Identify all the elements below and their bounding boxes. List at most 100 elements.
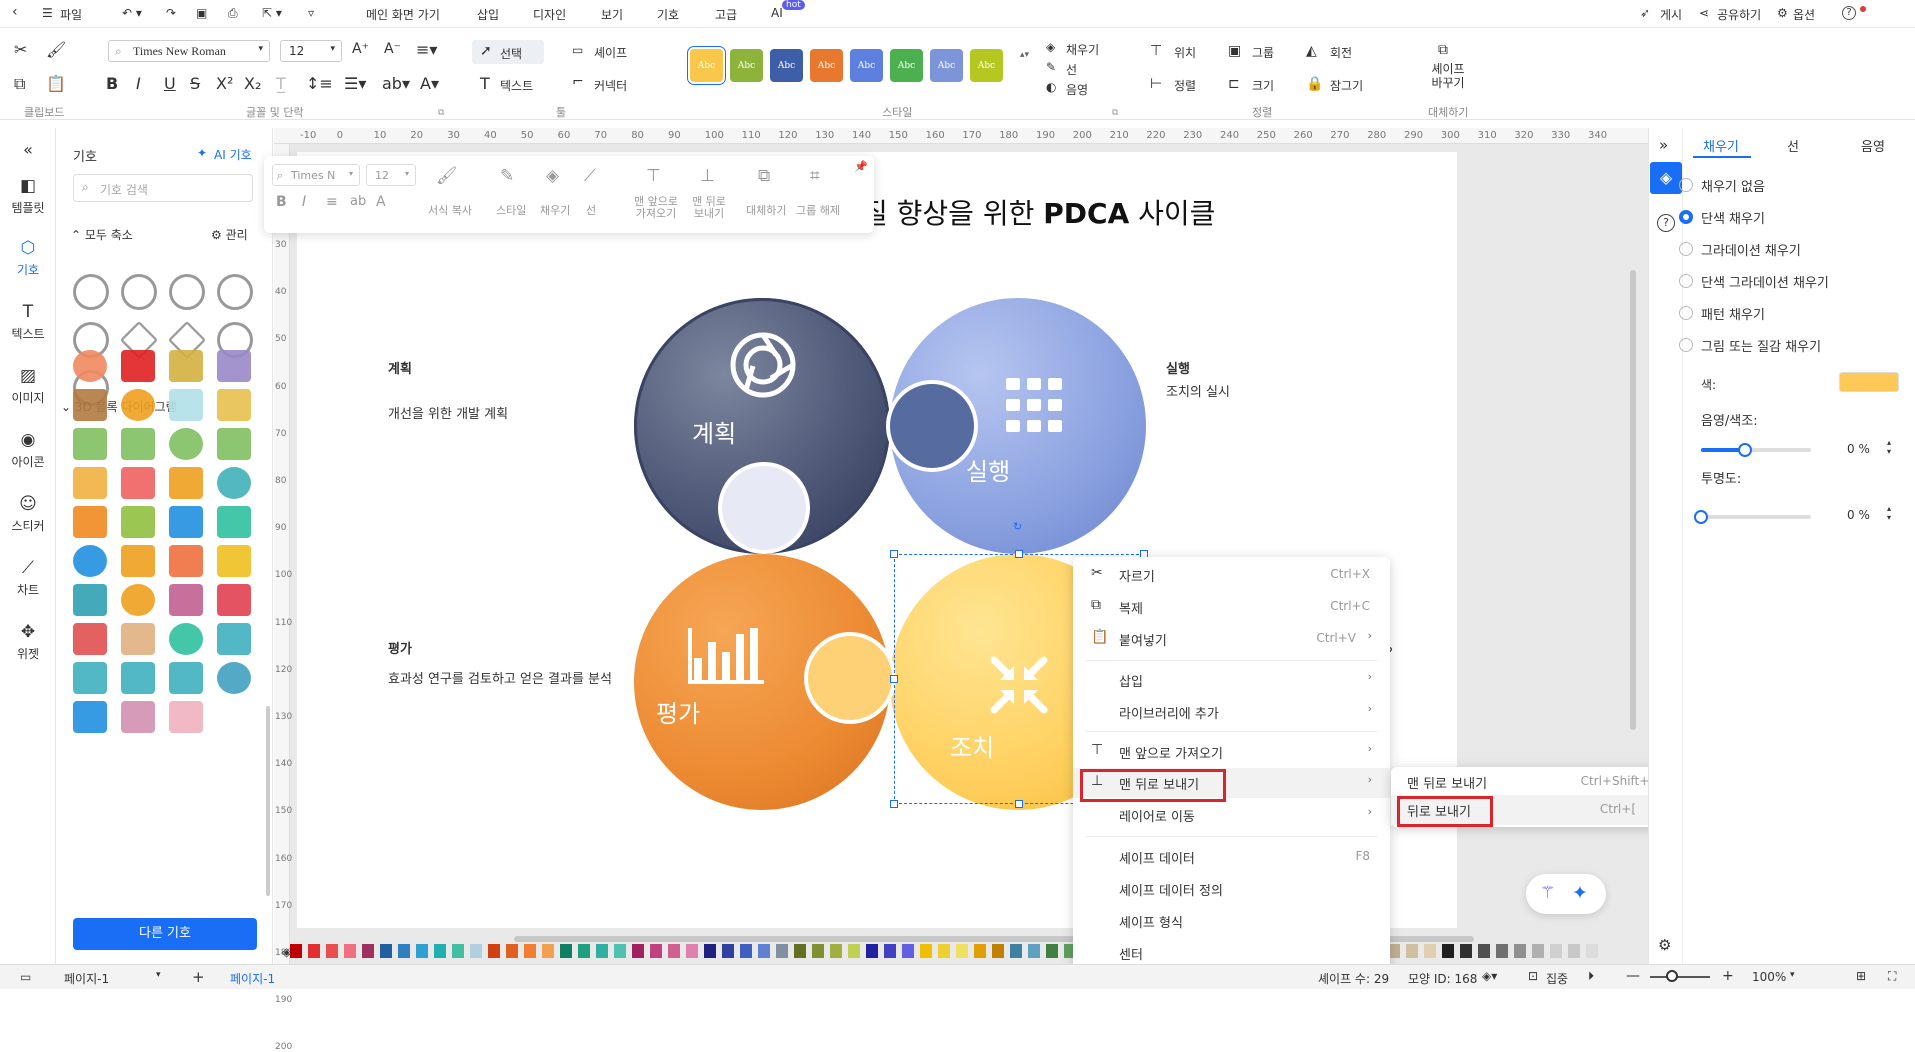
menu-item-bring-front[interactable]: ⊤ 맨 앞으로 가져오기 › bbox=[1073, 737, 1390, 767]
3d-block-shape[interactable] bbox=[73, 389, 107, 421]
color-swatch[interactable] bbox=[830, 944, 842, 958]
underline-icon[interactable]: U bbox=[164, 74, 176, 93]
magic-wand-icon[interactable]: ⚚ bbox=[1540, 883, 1555, 903]
layers-icon[interactable]: ◈▾ bbox=[1482, 969, 1497, 983]
3d-block-shape[interactable] bbox=[169, 584, 203, 616]
color-swatch[interactable] bbox=[1478, 944, 1490, 958]
plan-label[interactable]: 계획 bbox=[692, 414, 736, 449]
3d-block-shape[interactable] bbox=[121, 467, 155, 499]
color-swatch[interactable] bbox=[578, 944, 590, 958]
3d-block-shape[interactable] bbox=[217, 389, 251, 421]
tab-advanced[interactable]: 고급 bbox=[715, 6, 737, 23]
style-swatch[interactable]: Abc bbox=[730, 49, 763, 82]
tab-shadow[interactable]: 음영 bbox=[1861, 136, 1885, 155]
vertical-scrollbar[interactable] bbox=[1630, 270, 1636, 730]
color-swatch[interactable] bbox=[650, 944, 662, 958]
shadow-icon[interactable]: ◐ bbox=[1046, 80, 1056, 94]
color-swatch[interactable] bbox=[434, 944, 446, 958]
more-symbols-button[interactable]: 다른 기호 bbox=[73, 918, 257, 950]
zoom-slider[interactable] bbox=[1650, 976, 1710, 978]
undo-icon[interactable]: ↶ ▾ bbox=[122, 6, 142, 20]
do-inner-circle[interactable] bbox=[886, 380, 978, 472]
style-swatch[interactable]: Abc bbox=[690, 49, 723, 82]
collapse-all-button[interactable]: ⌃ 모두 축소 bbox=[71, 226, 133, 243]
font-color-icon[interactable]: A▾ bbox=[420, 74, 439, 93]
color-swatch[interactable] bbox=[1406, 944, 1418, 958]
settings-icon[interactable]: ⚙ bbox=[1658, 936, 1671, 954]
color-swatch[interactable] bbox=[704, 944, 716, 958]
3d-block-shape[interactable] bbox=[73, 623, 107, 655]
tab-insert[interactable]: 삽입 bbox=[477, 6, 499, 23]
style-swatch[interactable]: Abc bbox=[930, 49, 963, 82]
style-swatch[interactable]: Abc bbox=[890, 49, 923, 82]
color-swatch[interactable] bbox=[416, 944, 428, 958]
group-icon[interactable]: ▣ bbox=[1228, 43, 1241, 59]
lock-icon[interactable]: 🔒 bbox=[1306, 76, 1323, 92]
3d-block-shape[interactable] bbox=[217, 506, 251, 538]
ai-symbol-button[interactable]: AI 기호 bbox=[214, 146, 252, 163]
3d-block-shape[interactable] bbox=[121, 584, 155, 616]
rectangle-icon[interactable]: ▭ bbox=[572, 43, 583, 57]
color-swatch[interactable] bbox=[470, 944, 482, 958]
color-swatch[interactable] bbox=[398, 944, 410, 958]
expand-icon[interactable]: ⧉ bbox=[438, 108, 444, 118]
color-swatch[interactable] bbox=[506, 944, 518, 958]
check-inner-circle[interactable] bbox=[804, 632, 896, 724]
export-icon[interactable]: ⇱ ▾ bbox=[262, 6, 282, 20]
3d-block-shape[interactable] bbox=[217, 623, 251, 655]
align-icon[interactable]: ⊢ bbox=[1150, 76, 1162, 92]
color-swatch[interactable] bbox=[1568, 944, 1580, 958]
gallery-scroll-icon[interactable]: ▴▾ bbox=[1020, 50, 1029, 60]
send-back-icon[interactable]: ⊥ bbox=[700, 166, 715, 186]
menu-item-shape-data[interactable]: 셰이프 데이터 F8 bbox=[1073, 842, 1390, 872]
color-swatch[interactable] bbox=[362, 944, 374, 958]
color-swatch[interactable] bbox=[1496, 944, 1508, 958]
3d-block-shape[interactable] bbox=[73, 428, 107, 460]
color-swatch[interactable] bbox=[848, 944, 860, 958]
tab-home[interactable]: 메인 화면 가기 bbox=[366, 6, 440, 30]
menu-item-define-shape-data[interactable]: 셰이프 데이터 정의 bbox=[1073, 874, 1390, 904]
gear-icon[interactable]: ⚙ bbox=[1777, 6, 1788, 20]
menu-item-add-library[interactable]: 라이브러리에 추가 › bbox=[1073, 697, 1390, 727]
3d-block-shape[interactable] bbox=[121, 545, 155, 577]
symbol-search-input[interactable]: 기호 검색 bbox=[100, 181, 148, 198]
tab-design[interactable]: 디자인 bbox=[533, 6, 566, 23]
decrease-font-icon[interactable]: A⁻ bbox=[384, 41, 401, 57]
expand-icon[interactable]: » bbox=[1659, 136, 1668, 154]
focus-button[interactable]: 집중 bbox=[1546, 970, 1568, 987]
save-icon[interactable]: ▣ bbox=[196, 6, 207, 20]
3d-block-shape[interactable] bbox=[169, 350, 203, 382]
3d-block-shape[interactable] bbox=[73, 701, 107, 733]
ring-shape[interactable] bbox=[217, 274, 253, 310]
bold-icon[interactable]: B bbox=[106, 74, 118, 93]
do-description[interactable]: 조치의 실시 bbox=[1166, 381, 1230, 400]
font-family-select[interactable]: ⌕ Times New Roman ▾ bbox=[108, 40, 270, 62]
float-size-select[interactable]: 12 ▾ bbox=[366, 164, 416, 186]
shade-slider[interactable] bbox=[1701, 443, 1811, 457]
superscript-icon[interactable]: X² bbox=[216, 74, 233, 93]
menu-item-paste[interactable]: 📋 붙여넣기 Ctrl+V › bbox=[1073, 624, 1390, 654]
color-swatch[interactable] bbox=[344, 944, 356, 958]
help-icon[interactable]: ? bbox=[1657, 214, 1675, 232]
color-swatch[interactable] bbox=[920, 944, 932, 958]
transparency-slider[interactable] bbox=[1694, 510, 1811, 524]
fill-panel-icon[interactable]: ◈ bbox=[1650, 162, 1682, 194]
nav-chart[interactable]: ⟋ 차트 bbox=[0, 558, 56, 598]
color-swatch[interactable] bbox=[290, 944, 302, 958]
3d-block-shape[interactable] bbox=[121, 428, 155, 460]
plan-heading[interactable]: 계획 bbox=[388, 358, 412, 377]
bold-icon[interactable]: B bbox=[276, 194, 287, 210]
tab-line[interactable]: 선 bbox=[1787, 136, 1799, 155]
slider-handle[interactable] bbox=[1694, 510, 1708, 524]
align-icon[interactable]: ≡▾ bbox=[416, 40, 437, 59]
3d-block-shape[interactable] bbox=[169, 662, 203, 694]
ring-shape[interactable] bbox=[73, 274, 109, 310]
color-swatch[interactable] bbox=[902, 944, 914, 958]
do-label[interactable]: 실행 bbox=[966, 452, 1010, 487]
style-button[interactable]: 스타일 bbox=[496, 202, 526, 218]
color-swatch[interactable] bbox=[938, 944, 950, 958]
tab-view[interactable]: 보기 bbox=[601, 6, 623, 23]
position-icon[interactable]: ⊤ bbox=[1150, 43, 1162, 59]
color-swatch[interactable] bbox=[524, 944, 536, 958]
color-swatch[interactable] bbox=[1514, 944, 1526, 958]
